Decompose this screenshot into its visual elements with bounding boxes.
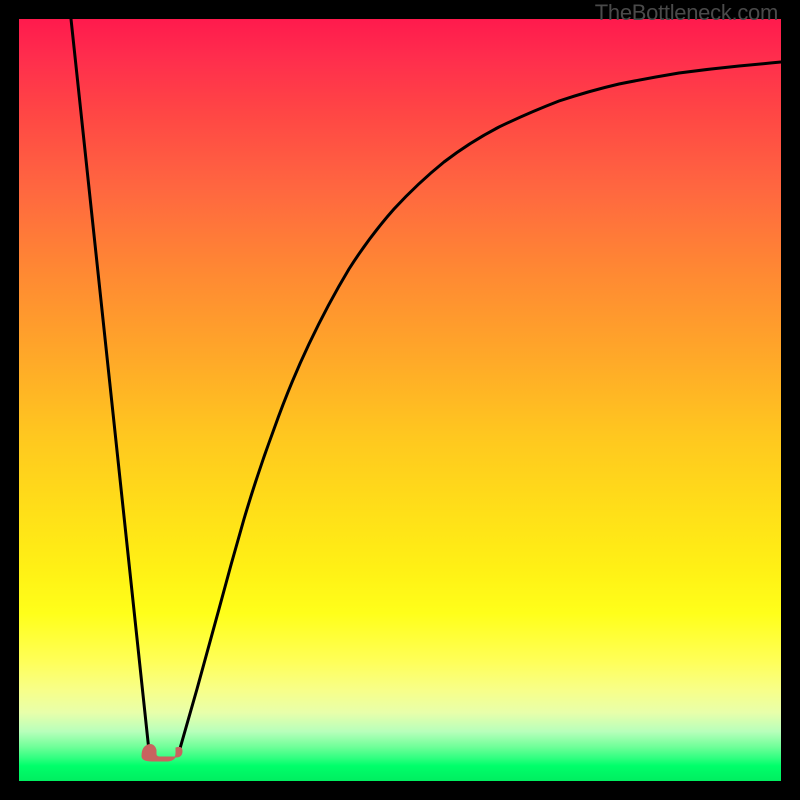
chart-plot-area <box>19 19 781 781</box>
left-line-path <box>71 19 149 751</box>
chart-curves <box>19 19 781 781</box>
data-marker <box>132 735 188 765</box>
right-curve-path <box>179 62 781 752</box>
watermark-text: TheBottleneck.com <box>595 0 778 26</box>
